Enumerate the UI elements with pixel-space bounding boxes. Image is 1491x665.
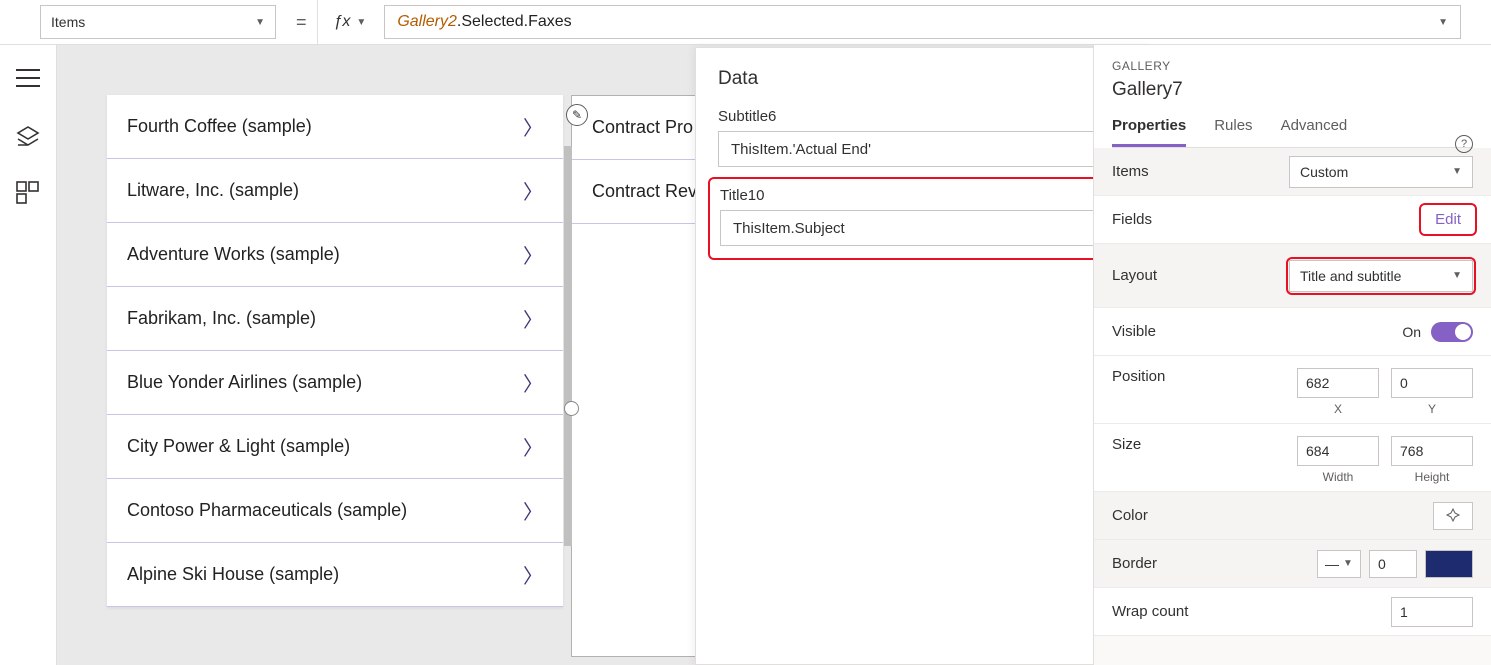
chevron-down-icon: ▼	[1452, 166, 1462, 177]
chevron-right-icon: 〉	[523, 560, 543, 589]
formula-input[interactable]: Gallery2.Selected.Faxes ▼	[384, 5, 1461, 39]
property-dropdown[interactable]: Items ▼	[40, 5, 276, 39]
chevron-right-icon: 〉	[523, 432, 543, 461]
formula-bar: Items ▼ = ƒx▼ Gallery2.Selected.Faxes ▼	[0, 0, 1491, 45]
prop-wrap-count: Wrap count 1	[1094, 588, 1491, 636]
chevron-down-icon: ▼	[255, 17, 265, 28]
tab-advanced[interactable]: Advanced	[1281, 117, 1348, 147]
list-item[interactable]: Blue Yonder Airlines (sample)〉	[107, 351, 563, 415]
chevron-down-icon: ▼	[1343, 558, 1353, 569]
border-width-input[interactable]: 0	[1369, 550, 1417, 578]
chevron-down-icon: ▼	[356, 17, 366, 28]
tab-rules[interactable]: Rules	[1214, 117, 1252, 147]
property-dropdown-value: Items	[51, 14, 85, 30]
left-nav	[0, 45, 57, 665]
chevron-right-icon: 〉	[523, 240, 543, 269]
formula-token-object: Gallery2	[397, 13, 457, 31]
list-item[interactable]: Contoso Pharmaceuticals (sample)〉	[107, 479, 563, 543]
prop-border: Border — ▼ 0	[1094, 540, 1491, 588]
wrap-count-input[interactable]: 1	[1391, 597, 1473, 627]
layout-select[interactable]: Title and subtitle ▼	[1289, 260, 1473, 292]
prop-visible: Visible On	[1094, 308, 1491, 356]
prop-size: Size 684 768 WidthHeight	[1094, 424, 1491, 492]
size-width-input[interactable]: 684	[1297, 436, 1379, 466]
canvas: Fourth Coffee (sample)〉 Litware, Inc. (s…	[57, 45, 1093, 665]
selection-handle[interactable]	[564, 401, 579, 416]
data-pane-title: Data	[718, 68, 758, 90]
prop-position: Position 682 0 XY	[1094, 356, 1491, 424]
data-pane: Data ✕ Subtitle6 ThisItem.'Actual End' ▼…	[695, 47, 1151, 665]
control-type-label: GALLERY	[1112, 59, 1473, 73]
components-icon[interactable]	[16, 181, 40, 199]
chevron-right-icon: 〉	[523, 112, 543, 141]
prop-fields: Fields Edit	[1094, 196, 1491, 244]
properties-pane: GALLERY Gallery7 ? Properties Rules Adva…	[1093, 45, 1491, 665]
prop-color: Color	[1094, 492, 1491, 540]
visible-toggle[interactable]	[1431, 322, 1473, 342]
chevron-right-icon: 〉	[523, 304, 543, 333]
formula-token-member: .Selected.Faxes	[457, 13, 572, 31]
gallery-accounts[interactable]: Fourth Coffee (sample)〉 Litware, Inc. (s…	[107, 95, 563, 607]
subtitle-field-label: Subtitle6	[718, 108, 1128, 125]
control-name: Gallery7	[1112, 79, 1473, 101]
help-icon[interactable]: ?	[1455, 135, 1473, 153]
chevron-right-icon: 〉	[523, 368, 543, 397]
scrollbar[interactable]	[564, 146, 572, 546]
color-picker[interactable]	[1433, 502, 1473, 530]
prop-items: Items Custom ▼	[1094, 148, 1491, 196]
pencil-icon[interactable]: ✎	[566, 104, 588, 126]
border-style-select[interactable]: — ▼	[1317, 550, 1361, 578]
chevron-down-icon: ▼	[1452, 270, 1462, 281]
highlighted-field: Title10 ThisItem.Subject ▼	[708, 177, 1138, 260]
fx-label[interactable]: ƒx▼	[317, 0, 385, 44]
items-select[interactable]: Custom ▼	[1289, 156, 1473, 188]
list-item[interactable]: City Power & Light (sample)〉	[107, 415, 563, 479]
position-x-input[interactable]: 682	[1297, 368, 1379, 398]
border-color-swatch[interactable]	[1425, 550, 1473, 578]
list-item[interactable]: Adventure Works (sample)〉	[107, 223, 563, 287]
hamburger-icon[interactable]	[16, 69, 40, 87]
list-item[interactable]: Fourth Coffee (sample)〉	[107, 95, 563, 159]
list-item[interactable]: Litware, Inc. (sample)〉	[107, 159, 563, 223]
size-height-input[interactable]: 768	[1391, 436, 1473, 466]
position-y-input[interactable]: 0	[1391, 368, 1473, 398]
title-field-select[interactable]: ThisItem.Subject ▼	[720, 210, 1126, 246]
tab-properties[interactable]: Properties	[1112, 117, 1186, 147]
chevron-down-icon: ▼	[1438, 17, 1448, 28]
title-field-label: Title10	[720, 187, 1126, 204]
subtitle-field-select[interactable]: ThisItem.'Actual End' ▼	[718, 131, 1128, 167]
layers-icon[interactable]	[16, 125, 40, 143]
prop-layout: Layout Title and subtitle ▼	[1094, 244, 1491, 308]
chevron-right-icon: 〉	[523, 176, 543, 205]
equals-sign: =	[296, 12, 307, 33]
chevron-right-icon: 〉	[523, 496, 543, 525]
fields-edit-link[interactable]: Edit	[1423, 207, 1473, 232]
list-item[interactable]: Alpine Ski House (sample)〉	[107, 543, 563, 607]
list-item[interactable]: Fabrikam, Inc. (sample)〉	[107, 287, 563, 351]
